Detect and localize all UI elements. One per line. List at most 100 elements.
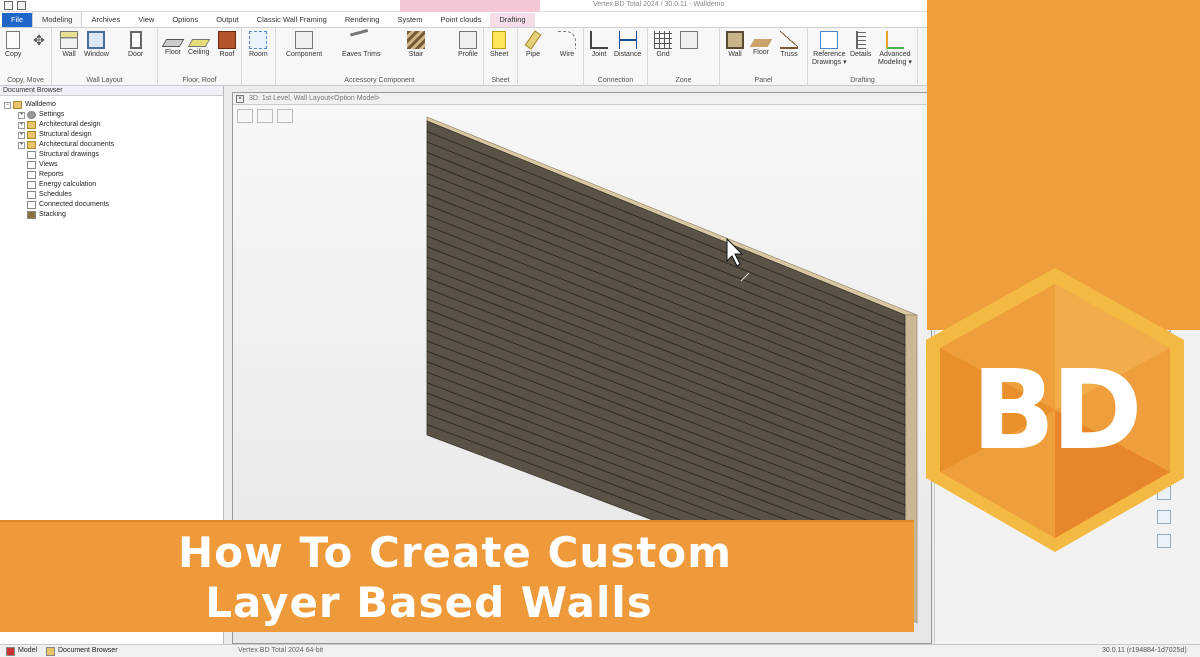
door-button[interactable]: Door xyxy=(128,31,143,58)
tab-rendering[interactable]: Rendering xyxy=(336,13,389,27)
tree-item[interactable]: + Architectural design xyxy=(4,120,223,130)
tree-item[interactable]: + Architectural documents xyxy=(4,140,223,150)
stair-icon xyxy=(407,31,425,49)
banner-line-1: How To Create Custom xyxy=(178,528,732,577)
move-button[interactable]: ✥ xyxy=(30,31,48,51)
room-button[interactable]: Room xyxy=(249,31,268,58)
tab-model[interactable]: Model xyxy=(6,645,37,657)
tab-modeling[interactable]: Modeling xyxy=(32,11,83,27)
grid-view-icon[interactable] xyxy=(277,109,293,123)
schedules-icon xyxy=(27,191,36,199)
reference-drawings-button[interactable]: Reference Drawings ▾ xyxy=(812,31,847,66)
roof-icon xyxy=(218,31,236,49)
tree-item[interactable]: Connected documents xyxy=(4,200,223,210)
details-button[interactable]: Details xyxy=(850,31,871,58)
group-label: Sheet xyxy=(491,77,510,84)
wire-icon xyxy=(558,31,576,49)
windows-icon[interactable] xyxy=(257,109,273,123)
expand-icon[interactable]: + xyxy=(18,121,25,129)
context-tab-highlight xyxy=(400,0,540,12)
tree-item[interactable]: Structural drawings xyxy=(4,150,223,160)
roof-button[interactable]: Roof xyxy=(218,31,236,58)
tab-options[interactable]: Options xyxy=(163,13,207,27)
eaves-trims-icon xyxy=(350,28,373,52)
connected-documents-icon xyxy=(27,201,36,209)
tab-drafting[interactable]: Drafting xyxy=(490,13,535,27)
wall-icon xyxy=(60,31,78,49)
tree-item[interactable]: + Structural design xyxy=(4,130,223,140)
tree-item[interactable]: Schedules xyxy=(4,190,223,200)
profile-button[interactable]: Profile xyxy=(458,31,478,58)
window-icon xyxy=(87,31,106,49)
home-view-icon[interactable] xyxy=(237,109,253,123)
wire-button[interactable]: Wire xyxy=(558,31,576,58)
panel-wall-icon xyxy=(726,31,744,49)
door-icon xyxy=(129,31,142,49)
room-icon xyxy=(249,31,268,49)
zone-icon xyxy=(680,31,698,49)
group-label: Drafting xyxy=(850,77,875,84)
joint-button[interactable]: Joint xyxy=(590,31,608,58)
folder-icon xyxy=(13,101,22,109)
advanced-modeling-button[interactable]: Advanced Modeling ▾ xyxy=(878,31,912,66)
expand-icon[interactable]: + xyxy=(18,141,25,149)
tab-system[interactable]: System xyxy=(388,13,431,27)
tree-root[interactable]: − Walldemo xyxy=(4,100,223,110)
move-icon: ✥ xyxy=(33,32,45,48)
tab-document-browser[interactable]: Document Browser xyxy=(46,645,118,657)
tab-output[interactable]: Output xyxy=(207,13,248,27)
close-icon[interactable]: × xyxy=(236,95,244,103)
version-info: 30.0.11 (r194884-1d7025d) xyxy=(1102,647,1187,654)
zone-tools[interactable] xyxy=(680,31,698,51)
group-label: Connection xyxy=(597,77,634,84)
grid-button[interactable]: Grid xyxy=(654,31,672,58)
tree-item[interactable]: + Settings xyxy=(4,110,223,120)
expand-icon[interactable]: + xyxy=(18,111,25,119)
joint-icon xyxy=(590,31,608,49)
ceiling-button[interactable]: Ceiling xyxy=(187,31,211,56)
tab-classic-wall-framing[interactable]: Classic Wall Framing xyxy=(248,13,336,27)
component-icon xyxy=(295,31,314,49)
status-bar: Model Document Browser Vertex BD Total 2… xyxy=(0,644,1200,657)
product-info: Vertex BD Total 2024 64-bit xyxy=(238,647,324,654)
floor-button[interactable]: Floor xyxy=(161,31,185,56)
structural-drawings-icon xyxy=(27,151,36,159)
eaves-trims-button[interactable]: Eaves Trims xyxy=(342,28,381,58)
tree-item[interactable]: Views xyxy=(4,160,223,170)
banner-line-2: Layer Based Walls xyxy=(205,578,653,627)
reference-drawings-icon xyxy=(820,31,839,49)
sheet-button[interactable]: Sheet xyxy=(490,31,508,58)
gear-icon xyxy=(27,111,36,119)
tab-point-clouds[interactable]: Point clouds xyxy=(431,13,490,27)
pipe-button[interactable]: Pipe xyxy=(524,30,542,58)
panel-floor-button[interactable]: Floor xyxy=(749,31,773,56)
distance-button[interactable]: Distance xyxy=(614,31,641,58)
panel-wall-button[interactable]: Wall xyxy=(726,31,744,58)
window-title: Vertex BD Total 2024 / 30.0.11 - Walldem… xyxy=(593,1,725,8)
structural-design-icon xyxy=(27,131,36,139)
truss-button[interactable]: Truss xyxy=(780,31,798,58)
views-icon xyxy=(27,161,36,169)
group-drafting: Reference Drawings ▾ Details Advanced Mo… xyxy=(808,28,918,86)
copy-icon xyxy=(6,31,21,49)
tree-item[interactable]: Stacking xyxy=(4,210,223,220)
architectural-design-icon xyxy=(27,121,36,129)
collapse-icon[interactable]: − xyxy=(4,101,11,109)
tab-view[interactable]: View xyxy=(129,13,163,27)
tree-item[interactable]: Reports xyxy=(4,170,223,180)
title-banner: How To Create Custom Layer Based Walls xyxy=(0,520,914,632)
tab-file[interactable]: File xyxy=(2,13,32,27)
wall-button[interactable]: Wall xyxy=(60,31,78,58)
stair-button[interactable]: Stair xyxy=(407,31,425,58)
component-button[interactable]: Component xyxy=(286,31,322,58)
expand-icon[interactable]: + xyxy=(18,131,25,139)
copy-button[interactable]: Copy xyxy=(5,31,21,58)
floor-icon xyxy=(161,39,185,47)
truss-icon xyxy=(780,31,798,49)
tab-archives[interactable]: Archives xyxy=(82,13,129,27)
save-icon[interactable] xyxy=(17,1,26,10)
advanced-modeling-icon xyxy=(885,31,904,49)
window-button[interactable]: Window xyxy=(84,31,109,58)
view-toolbar xyxy=(237,109,293,123)
tree-item[interactable]: Energy calculation xyxy=(4,180,223,190)
